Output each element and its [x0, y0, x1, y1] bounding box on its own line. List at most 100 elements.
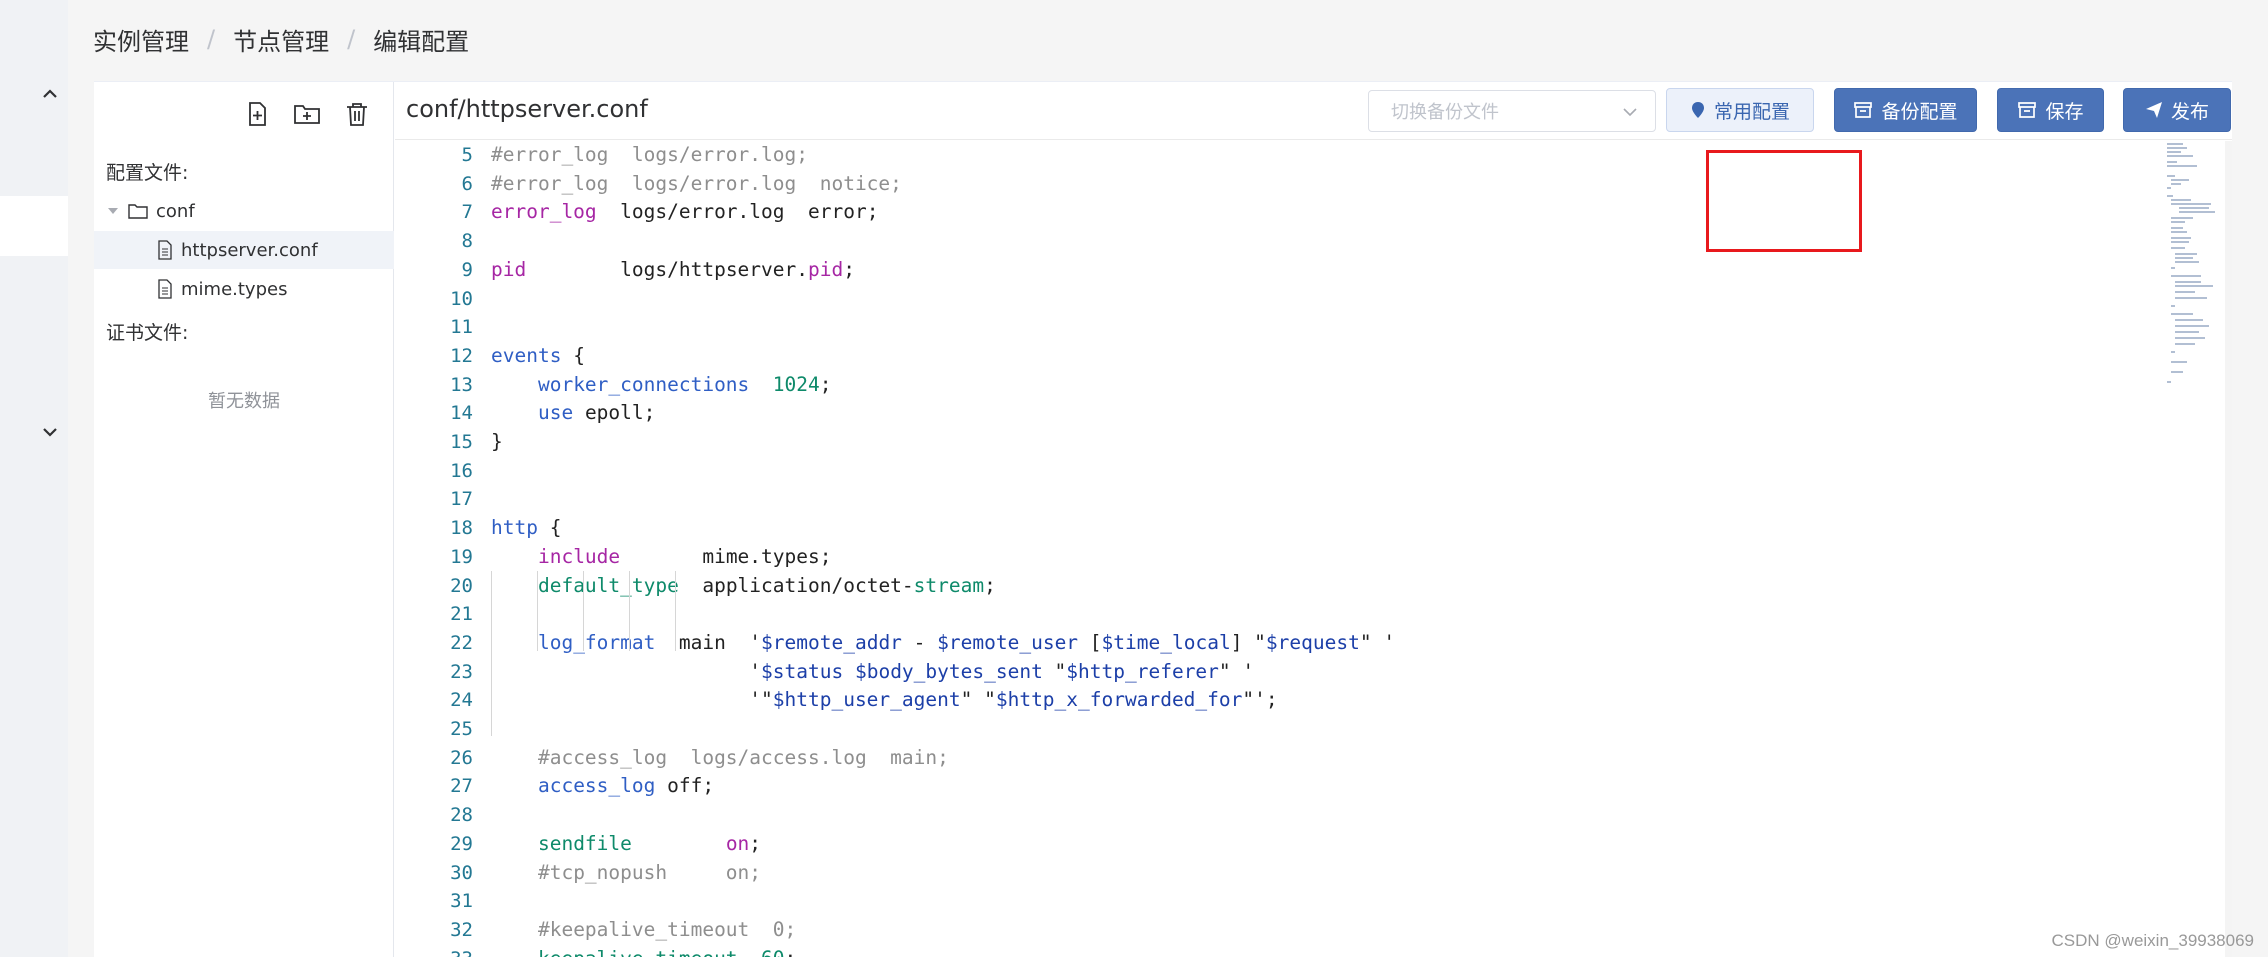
code-line[interactable]: 21: [395, 600, 2155, 629]
code-line[interactable]: 7 error_log logs/error.log error;: [395, 198, 2155, 227]
code-token: epoll;: [573, 401, 656, 425]
chevron-down-icon[interactable]: [36, 418, 64, 446]
tree-file-httpserver-conf[interactable]: httpserver.conf: [94, 231, 394, 269]
backup-config-button[interactable]: 备份配置: [1834, 88, 1977, 132]
code-editor[interactable]: 5 #error_log logs/error.log; 6 #error_log l…: [395, 141, 2232, 957]
breadcrumb-node-manage[interactable]: 节点管理: [233, 22, 329, 57]
code-line[interactable]: 32 #keepalive_timeout 0;: [395, 916, 2155, 945]
common-config-button[interactable]: 常用配置: [1666, 88, 1814, 132]
left-rail: [0, 0, 68, 957]
code-line[interactable]: 19 include mime.types;: [395, 543, 2155, 572]
indent-guide: [537, 571, 538, 651]
code-line[interactable]: 26 #access_log logs/access.log main;: [395, 744, 2155, 773]
line-number: 15: [450, 431, 473, 453]
line-number: 32: [450, 918, 473, 941]
tree-toolbar: [243, 100, 371, 128]
backup-file-select[interactable]: 切换备份文件: [1368, 90, 1656, 132]
editor-scrollbar[interactable]: [2225, 141, 2232, 957]
code-token: on: [725, 831, 750, 855]
code-line[interactable]: 5 #error_log logs/error.log;: [395, 141, 2155, 170]
code-text: events {: [491, 342, 585, 371]
code-text: worker_connections 1024;: [491, 371, 832, 400]
indent-guide: [583, 571, 584, 651]
code-line[interactable]: 11: [395, 313, 2155, 342]
archive-icon: [1854, 102, 1873, 118]
code-line[interactable]: 10: [395, 285, 2155, 314]
tree-file-label: mime.types: [181, 278, 288, 300]
code-line[interactable]: 8: [395, 227, 2155, 256]
code-token: $request: [1265, 630, 1360, 654]
line-number: 8: [461, 230, 473, 253]
caret-down-icon[interactable]: [106, 204, 120, 218]
code-token: pid: [491, 257, 527, 281]
code-line[interactable]: 24 '"$http_user_agent" "$http_x_forwarde…: [395, 686, 2155, 715]
code-line[interactable]: 27 access_log off;: [395, 772, 2155, 801]
publish-label: 发布: [2170, 100, 2209, 123]
code-line[interactable]: 13 worker_connections 1024;: [395, 371, 2155, 400]
backup-select-placeholder: 切换备份文件: [1391, 102, 1499, 123]
code-line[interactable]: 12 events {: [395, 342, 2155, 371]
code-line[interactable]: 25: [395, 715, 2155, 744]
watermark-text: CSDN @weixin_39938069: [2051, 931, 2254, 950]
publish-button[interactable]: 发布: [2123, 88, 2231, 132]
code-text: default_type application/octet-stream;: [491, 572, 996, 601]
breadcrumb-instance-manage[interactable]: 实例管理: [93, 22, 189, 57]
tree-file-mime-types[interactable]: mime.types: [94, 270, 394, 308]
line-number: 18: [450, 517, 473, 540]
code-line[interactable]: 22 log_format main '$remote_addr - $remo…: [395, 629, 2155, 658]
code-token: application/octet-: [678, 573, 914, 597]
code-token: " ': [1359, 630, 1396, 654]
code-token: $remote_user: [937, 630, 1079, 654]
trash-icon[interactable]: [343, 100, 371, 128]
code-line[interactable]: 29 sendfile on;: [395, 830, 2155, 859]
line-number: 7: [461, 201, 473, 224]
code-line[interactable]: 16: [395, 457, 2155, 486]
code-line[interactable]: 17: [395, 485, 2155, 514]
code-token: " ': [1218, 659, 1255, 683]
code-line[interactable]: 14 use epoll;: [395, 399, 2155, 428]
code-token: ': [491, 659, 762, 683]
code-token: '": [491, 688, 773, 712]
file-tree-panel: 配置文件: conf httpserver.conf mime.types 证书…: [94, 82, 394, 957]
code-text: #error_log logs/error.log;: [491, 141, 808, 170]
save-button[interactable]: 保存: [1997, 88, 2104, 132]
code-line[interactable]: 33 keepalive_timeout 60;: [395, 945, 2155, 957]
location-pin-icon: [1691, 102, 1704, 118]
chevron-down-icon: [1623, 108, 1637, 117]
code-line[interactable]: 23 '$status $body_bytes_sent "$http_refe…: [395, 658, 2155, 687]
new-file-icon[interactable]: [243, 100, 271, 128]
code-token: [: [1078, 630, 1102, 654]
code-line[interactable]: 28: [395, 801, 2155, 830]
line-number: 19: [450, 545, 473, 568]
code-line[interactable]: 31: [395, 887, 2155, 916]
code-line[interactable]: 9 pid logs/httpserver.pid;: [395, 256, 2155, 285]
code-minimap[interactable]: [2165, 141, 2225, 401]
file-icon: [158, 240, 172, 260]
code-token: {: [561, 343, 585, 367]
code-text: }: [491, 428, 503, 457]
new-folder-icon[interactable]: [293, 100, 321, 128]
cert-empty-text: 暂无数据: [208, 391, 280, 412]
line-number: 11: [450, 316, 473, 339]
config-card: 配置文件: conf httpserver.conf mime.types 证书…: [94, 81, 2232, 957]
code-line[interactable]: 30 #tcp_nopush on;: [395, 859, 2155, 888]
line-number: 17: [450, 488, 473, 511]
code-text: #error_log logs/error.log notice;: [491, 170, 902, 199]
tree-folder-conf[interactable]: conf: [94, 192, 394, 230]
config-files-label: 配置文件:: [106, 162, 189, 184]
code-line[interactable]: 20 default_type application/octet-stream…: [395, 572, 2155, 601]
line-number: 13: [450, 373, 473, 396]
rail-active-item[interactable]: [0, 196, 68, 256]
code-line[interactable]: 15}: [395, 428, 2155, 457]
code-line[interactable]: 18 http {: [395, 514, 2155, 543]
chevron-up-icon[interactable]: [36, 80, 64, 108]
archive-icon: [2018, 102, 2037, 118]
indent-guide: [675, 571, 676, 651]
code-token: sendfile: [537, 831, 632, 855]
code-line[interactable]: 6 #error_log logs/error.log notice;: [395, 170, 2155, 199]
